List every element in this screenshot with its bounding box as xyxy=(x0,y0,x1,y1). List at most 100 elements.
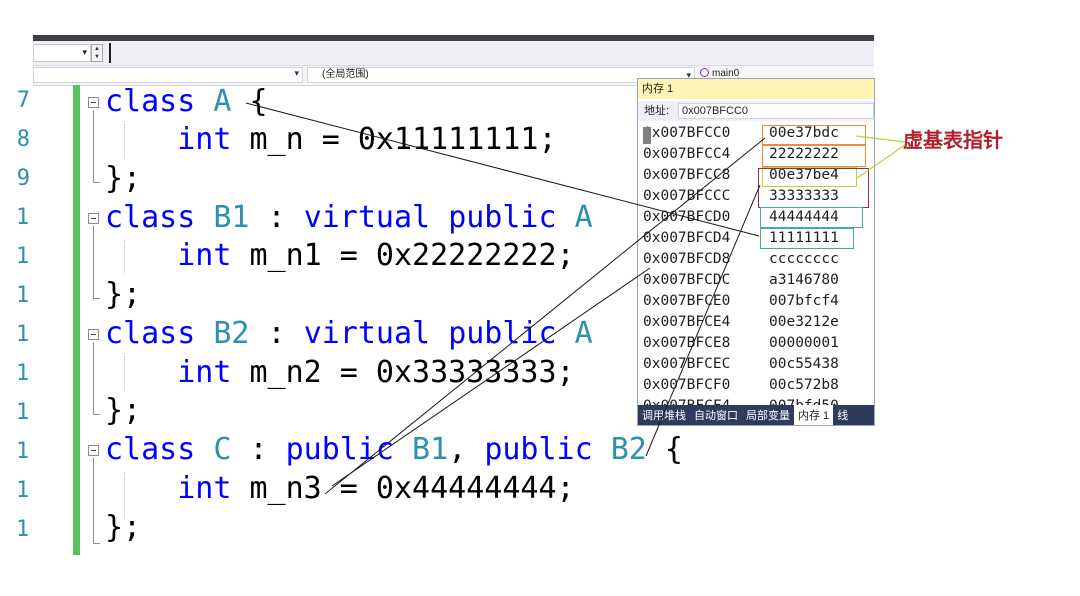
scope-label: (全局范围) xyxy=(322,69,369,80)
line-number: 7 xyxy=(16,88,30,113)
highlight-box-green xyxy=(760,228,854,249)
memory-address: 0x007BFCD4 xyxy=(643,230,731,246)
toolbar-separator xyxy=(109,43,111,63)
annotation-label: 虚基表指针 xyxy=(903,128,1003,152)
keyword: public xyxy=(448,200,557,235)
memory-address: 0x007BFCD8 xyxy=(643,251,731,267)
highlight-box-maroon xyxy=(758,168,869,208)
keyword: class xyxy=(105,316,196,351)
keyword: int xyxy=(177,122,232,157)
keyword: class xyxy=(105,84,196,119)
fold-guide xyxy=(93,226,94,298)
toolbar-combo[interactable]: ▾ xyxy=(33,44,91,62)
line-number: 18 xyxy=(16,517,30,542)
memory-address: 0x007BFCC0 xyxy=(643,125,731,141)
memory-value: 007bfcf4 xyxy=(769,293,839,309)
line-number: 17 xyxy=(16,478,30,503)
keyword: class xyxy=(105,200,196,235)
fold-guide-end xyxy=(93,543,100,544)
address-bar: 地址: 0x007BFCC0 xyxy=(638,101,874,121)
line-number: 14 xyxy=(16,361,30,386)
memory-value: a3146780 xyxy=(769,272,839,288)
highlight-box-orange xyxy=(762,125,866,145)
highlight-box-orange xyxy=(762,145,866,167)
type-name: A xyxy=(213,84,232,119)
code-text: { xyxy=(231,84,268,119)
fold-guide-end xyxy=(93,182,100,183)
line-number: 15 xyxy=(16,400,30,425)
code-line: int m_n1 = 0x22222222; xyxy=(105,238,575,273)
fold-guide xyxy=(93,110,94,182)
code-line: }; xyxy=(105,394,141,428)
keyword: int xyxy=(177,238,232,273)
code-text: m_n = 0x11111111; xyxy=(231,122,557,157)
code-text: }; xyxy=(105,510,142,545)
keyword: virtual xyxy=(303,316,431,351)
memory-address: 0x007BFCF0 xyxy=(643,377,731,393)
memory-address: 0x007BFCEC xyxy=(643,356,731,372)
line-number: 8 xyxy=(16,127,30,152)
tab-autos[interactable]: 自动窗口 xyxy=(690,405,742,425)
address-input[interactable]: 0x007BFCC0 xyxy=(678,103,874,119)
code-line: int m_n2 = 0x33333333; xyxy=(105,355,574,390)
tab-locals[interactable]: 局部变量 xyxy=(742,405,794,425)
code-line: int m_n = 0x11111111; xyxy=(105,122,557,157)
text-cursor xyxy=(643,127,651,144)
memory-window-title[interactable]: 内存 1 xyxy=(638,79,874,99)
code-line: int m_n3 = 0x44444444; xyxy=(105,471,575,506)
fold-toggle-class-a[interactable] xyxy=(88,97,99,108)
line-number: 10 xyxy=(16,205,30,230)
memory-value: 00c572b8 xyxy=(769,377,839,393)
type-name: A xyxy=(556,316,593,351)
tab-memory-1[interactable]: 内存 1 xyxy=(794,405,834,425)
memory-address: 0x007BFCE0 xyxy=(643,293,731,309)
type-name: B2 xyxy=(213,316,250,351)
keyword: public xyxy=(285,432,394,467)
fold-guide xyxy=(93,458,94,543)
fold-toggle-class-c[interactable] xyxy=(88,445,99,456)
type-name: A xyxy=(556,200,593,235)
chevron-down-icon: ▾ xyxy=(294,68,299,78)
highlight-box-cyan xyxy=(760,207,863,228)
chevron-down-icon: ▾ xyxy=(82,47,87,57)
toolbar-spinner[interactable]: ▲ ▼ xyxy=(91,44,103,62)
memory-value: 00e3212e xyxy=(769,314,839,330)
code-text: m_n3 = 0x44444444; xyxy=(231,471,575,506)
code-text: m_n1 = 0x22222222; xyxy=(231,238,575,273)
code-text: { xyxy=(646,432,683,467)
type-name: B2 xyxy=(592,432,647,467)
code-text: : xyxy=(231,432,286,467)
fold-toggle-class-b1[interactable] xyxy=(88,213,99,224)
code-text: }; xyxy=(105,393,142,428)
fold-toggle-class-b2[interactable] xyxy=(88,329,99,340)
spin-down-icon: ▼ xyxy=(94,54,100,60)
fold-guide xyxy=(93,342,94,414)
memory-address: 0x007BFCC4 xyxy=(643,146,731,162)
type-name: B1 xyxy=(213,200,250,235)
debug-tab-bar: 调用堆栈 自动窗口 局部变量 内存 1线 xyxy=(638,405,874,425)
code-text: }; xyxy=(105,277,142,312)
project-dropdown[interactable]: ▾ xyxy=(33,67,303,83)
fold-guide-end xyxy=(93,414,100,415)
line-number: 9 xyxy=(16,166,30,191)
code-line: class B1 : virtual public A xyxy=(105,201,593,235)
function-icon xyxy=(700,68,709,77)
change-tracking-bar xyxy=(73,85,80,555)
tab-threads[interactable]: 线 xyxy=(833,405,852,425)
code-text: }; xyxy=(105,161,142,196)
tab-call-stack[interactable]: 调用堆栈 xyxy=(638,405,690,425)
code-text: : xyxy=(249,316,304,351)
keyword: class xyxy=(105,432,196,467)
memory-value: 00000001 xyxy=(769,335,839,351)
address-label: 地址: xyxy=(644,105,670,117)
type-name: C xyxy=(213,432,232,467)
memory-value: cccccccc xyxy=(769,251,839,267)
code-line: }; xyxy=(105,278,141,312)
keyword: public xyxy=(448,316,557,351)
memory-address: 0x007BFCE8 xyxy=(643,335,731,351)
memory-value: 00c55438 xyxy=(769,356,839,372)
